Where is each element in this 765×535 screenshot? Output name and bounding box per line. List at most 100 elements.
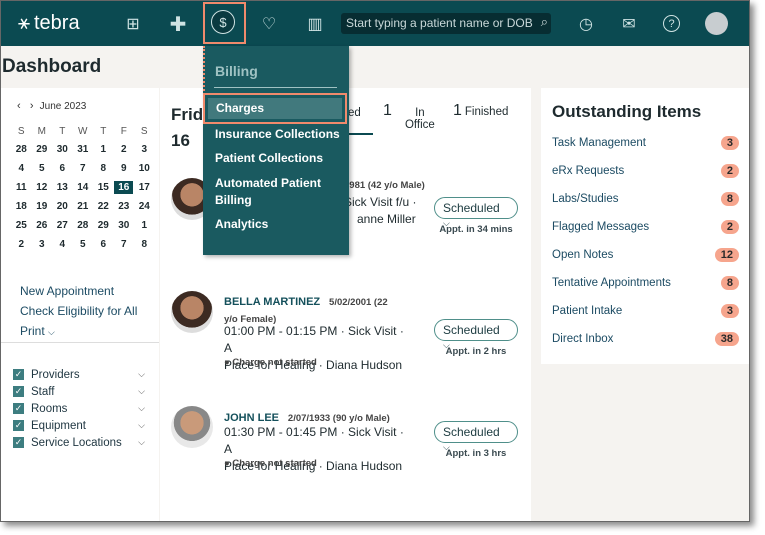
calendar-day[interactable]: 7	[73, 159, 94, 178]
menu-item-automated-patient-billing[interactable]: Automated Patient Billing	[215, 175, 325, 209]
chevron-down-icon[interactable]: ⌵	[138, 386, 145, 397]
checkbox-checked-icon[interactable]: ✓	[13, 403, 24, 414]
outstanding-item[interactable]: Flagged Messages	[552, 221, 649, 233]
menu-item-patient-collections[interactable]: Patient Collections	[215, 150, 323, 167]
calendar-day[interactable]: 28	[73, 216, 94, 235]
calendar-day[interactable]: 7	[114, 235, 135, 254]
tebra-logo[interactable]: ⚹ tebra	[18, 12, 80, 35]
filter-providers[interactable]: ✓ Providers ⌵	[13, 366, 145, 383]
checkbox-checked-icon[interactable]: ✓	[13, 420, 24, 431]
chevron-down-icon[interactable]: ⌵	[138, 403, 145, 414]
calendar-day[interactable]: 30	[52, 140, 73, 159]
calendar-day[interactable]: 29	[93, 216, 114, 235]
status-dropdown[interactable]: Scheduled ⌵	[434, 421, 518, 452]
calendar-day[interactable]: 8	[134, 235, 155, 254]
count-badge: 2	[720, 220, 739, 234]
outstanding-item[interactable]: eRx Requests	[552, 165, 624, 177]
calendar-day[interactable]: 2	[11, 235, 32, 254]
calendar-day[interactable]: 4	[52, 235, 73, 254]
patient-name-link[interactable]: BELLA MARTINEZ	[224, 296, 320, 308]
outstanding-item[interactable]: Open Notes	[552, 249, 613, 261]
count-badge: 3	[720, 136, 739, 150]
calendar-day[interactable]: 8	[93, 159, 114, 178]
calendar-day[interactable]: 14	[73, 178, 94, 197]
calendar-day[interactable]: 12	[32, 178, 53, 197]
calendar-day[interactable]: 27	[52, 216, 73, 235]
chevron-down-icon[interactable]: ⌵	[138, 437, 145, 448]
chart-bars-icon[interactable]: ▥	[302, 11, 328, 37]
calendar-day[interactable]: 3	[134, 140, 155, 159]
calendar-day[interactable]: 20	[52, 197, 73, 216]
outstanding-item[interactable]: Task Management	[552, 137, 646, 149]
tab-in-office[interactable]: 1 In Office	[383, 102, 438, 131]
calendar-day[interactable]: 28	[11, 140, 32, 159]
calendar-day[interactable]: 6	[93, 235, 114, 254]
calendar-day[interactable]: 9	[114, 159, 135, 178]
calendar-day[interactable]: 25	[11, 216, 32, 235]
calendar-day[interactable]: 10	[134, 159, 155, 178]
menu-item-insurance-collections[interactable]: Insurance Collections	[215, 126, 340, 143]
status-dropdown[interactable]: Scheduled ⌵	[434, 197, 518, 228]
print-menu[interactable]: Print ⌵	[20, 324, 55, 338]
filter-staff[interactable]: ✓ Staff ⌵	[13, 383, 145, 400]
calendar-day[interactable]: 17	[134, 178, 155, 197]
calendar-day[interactable]: 18	[11, 197, 32, 216]
checkbox-checked-icon[interactable]: ✓	[13, 437, 24, 448]
patient-search-input[interactable]: Start typing a patient name or DOB ⌕	[341, 13, 551, 34]
calendar-day[interactable]: 26	[32, 216, 53, 235]
menu-item-analytics[interactable]: Analytics	[215, 216, 268, 233]
checkbox-checked-icon[interactable]: ✓	[13, 369, 24, 380]
chevron-down-icon[interactable]: ⌵	[138, 369, 145, 380]
outstanding-item[interactable]: Tentative Appointments	[552, 277, 671, 289]
history-icon[interactable]: ◷	[573, 11, 599, 37]
filter-list: ✓ Providers ⌵ ✓ Staff ⌵ ✓ Rooms ⌵ ✓ Equipment ⌵ ✓ Ser…	[13, 366, 145, 451]
calendar-day[interactable]: 4	[11, 159, 32, 178]
outstanding-item[interactable]: Labs/Studies	[552, 193, 619, 205]
calendar-day[interactable]: 1	[93, 140, 114, 159]
outstanding-title: Outstanding Items	[552, 102, 702, 121]
app-window: ⚹ tebra ⊞ ✚ $ ♡ ▥ Start typing a patient …	[0, 0, 750, 522]
heart-shield-icon[interactable]: ♡	[256, 11, 282, 37]
calendar-day[interactable]: 29	[32, 140, 53, 159]
calendar-day[interactable]: 30	[114, 216, 135, 235]
chevron-down-icon[interactable]: ⌵	[138, 420, 145, 431]
calendar-day[interactable]: 22	[93, 197, 114, 216]
patient-name-link[interactable]: JOHN LEE	[224, 412, 279, 424]
menu-item-charges[interactable]: Charges	[203, 93, 347, 124]
check-eligibility-link[interactable]: Check Eligibility for All	[20, 304, 137, 318]
outstanding-item[interactable]: Direct Inbox	[552, 333, 613, 345]
filter-equipment[interactable]: ✓ Equipment ⌵	[13, 417, 145, 434]
mail-icon[interactable]: ✉	[616, 11, 642, 37]
checkbox-checked-icon[interactable]: ✓	[13, 386, 24, 397]
prev-month-icon[interactable]: ‹	[17, 100, 21, 112]
filter-rooms[interactable]: ✓ Rooms ⌵	[13, 400, 145, 417]
avatar[interactable]	[705, 12, 728, 35]
outstanding-item[interactable]: Patient Intake	[552, 305, 622, 317]
calendar-day[interactable]: 2	[114, 140, 135, 159]
calendar-day-selected[interactable]: 16	[114, 178, 135, 197]
help-icon[interactable]: ?	[663, 15, 680, 32]
grid-icon[interactable]: ⊞	[120, 11, 146, 37]
calendar-day[interactable]: 24	[134, 197, 155, 216]
filter-service-locations[interactable]: ✓ Service Locations ⌵	[13, 434, 145, 451]
calendar-day[interactable]: 11	[11, 178, 32, 197]
calendar-day[interactable]: 23	[114, 197, 135, 216]
calendar-day[interactable]: 6	[52, 159, 73, 178]
calendar-day[interactable]: 31	[73, 140, 94, 159]
new-appointment-link[interactable]: New Appointment	[20, 284, 114, 298]
weekday-label: W	[78, 125, 88, 137]
calendar-day[interactable]: 21	[73, 197, 94, 216]
calendar-day[interactable]: 1	[134, 216, 155, 235]
calendar-day[interactable]: 5	[32, 159, 53, 178]
next-month-icon[interactable]: ›	[30, 100, 34, 112]
plus-icon[interactable]: ✚	[165, 11, 191, 37]
calendar-day[interactable]: 13	[52, 178, 73, 197]
search-icon[interactable]: ⌕	[541, 14, 548, 30]
tab-finished[interactable]: 1 Finished	[453, 102, 508, 120]
tab-scheduled[interactable]: ed	[348, 107, 361, 119]
calendar-day[interactable]: 5	[73, 235, 94, 254]
status-dropdown[interactable]: Scheduled ⌵	[434, 319, 518, 350]
calendar-day[interactable]: 3	[32, 235, 53, 254]
calendar-day[interactable]: 15	[93, 178, 114, 197]
calendar-day[interactable]: 19	[32, 197, 53, 216]
